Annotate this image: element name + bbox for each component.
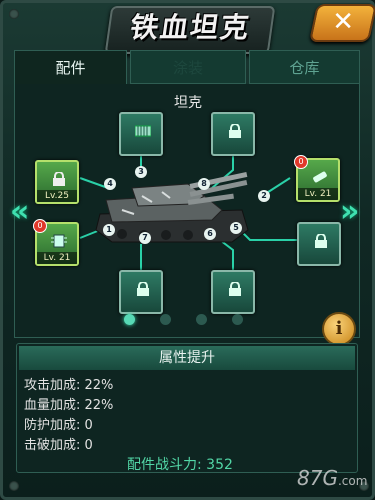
attr-row: 攻击加成: 22% — [24, 378, 114, 393]
part-slot-5[interactable] — [297, 222, 341, 266]
part-slot-1[interactable]: 0 Lv. 21 — [33, 219, 79, 266]
lock-icon — [229, 282, 241, 296]
page-dot[interactable] — [160, 314, 171, 325]
badge-count: 0 — [294, 155, 308, 169]
lock-icon — [315, 234, 327, 248]
parts-power: 配件战斗力: 352 — [127, 457, 233, 473]
battery-icon — [313, 171, 327, 183]
part-slot-3[interactable] — [119, 112, 163, 156]
lock-icon — [53, 172, 65, 186]
attribute-title: 属性提升 — [19, 346, 355, 370]
attr-row: 血量加成: 22% — [24, 398, 114, 413]
page-dot[interactable] — [124, 314, 135, 325]
part-slot-2[interactable]: 0 Lv. 21 — [294, 155, 340, 202]
slot-level: Lv. 21 — [37, 252, 77, 264]
page-dot[interactable] — [232, 314, 243, 325]
part-slot-8[interactable] — [211, 112, 255, 156]
next-arrow-button[interactable]: » — [340, 194, 359, 229]
lock-icon — [137, 282, 149, 296]
slot-number-7: 7 — [139, 232, 151, 244]
part-slot-7[interactable] — [119, 270, 163, 314]
watermark-brand: 87G — [297, 466, 338, 490]
prev-arrow-button[interactable]: « — [10, 194, 29, 229]
lock-icon — [229, 124, 241, 138]
armor-icon — [135, 125, 151, 137]
slot-level: Lv. 21 — [298, 188, 338, 200]
slot-level: Lv.25 — [37, 190, 77, 202]
watermark: 87G.com — [297, 466, 367, 490]
part-slot-6[interactable] — [211, 270, 255, 314]
watermark-suffix: .com — [337, 474, 368, 488]
slot-number-4: 4 — [104, 178, 116, 190]
slot-number-1: 1 — [103, 224, 115, 236]
info-icon: i — [335, 318, 343, 339]
slot-number-8: 8 — [198, 178, 210, 190]
info-button[interactable]: i — [322, 312, 356, 346]
part-slot-4[interactable]: Lv.25 — [35, 160, 79, 204]
tank-image — [95, 171, 249, 243]
attr-row: 击破加成: 0 — [24, 438, 93, 453]
badge-count: 0 — [33, 219, 47, 233]
slot-number-2: 2 — [258, 190, 270, 202]
attr-row: 防护加成: 0 — [24, 418, 93, 433]
slot-number-5: 5 — [230, 222, 242, 234]
chip-icon — [51, 234, 67, 248]
page-dot[interactable] — [196, 314, 207, 325]
slot-number-3: 3 — [135, 166, 147, 178]
slot-number-6: 6 — [204, 228, 216, 240]
